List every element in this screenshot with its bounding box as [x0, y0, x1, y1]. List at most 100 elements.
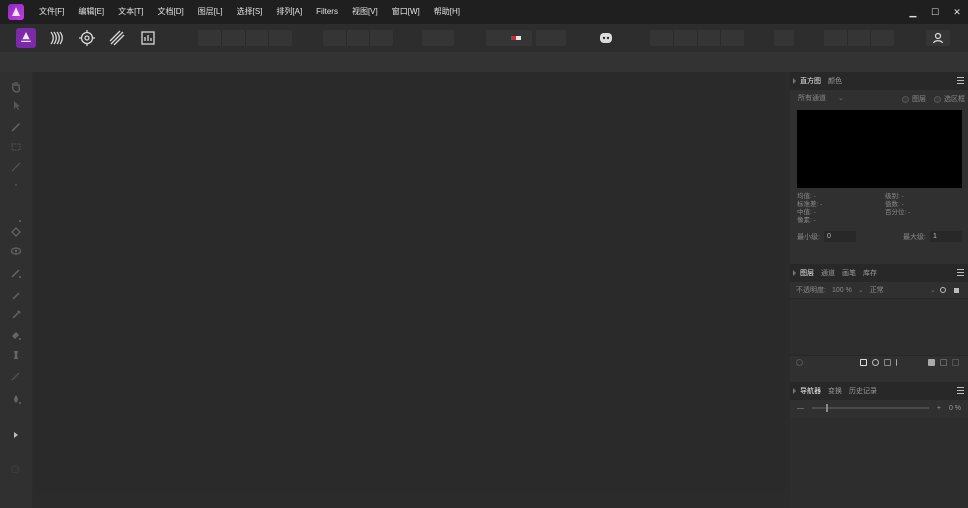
toolbar-button[interactable] [246, 30, 270, 46]
small-dot-tool-icon[interactable] [9, 178, 23, 192]
eyedropper-tool-icon[interactable] [9, 308, 23, 322]
collapse-arrow-icon[interactable] [793, 78, 796, 84]
minimize-button[interactable]: ▁ [908, 7, 918, 18]
tab-channels[interactable]: 通道 [821, 268, 835, 278]
liquify-persona-icon[interactable] [46, 28, 66, 48]
crop-tool-icon[interactable] [9, 160, 23, 174]
menu-edit[interactable]: 编辑[E] [71, 0, 111, 24]
tab-brushes[interactable]: 画笔 [842, 268, 856, 278]
gear-icon[interactable] [940, 287, 946, 293]
color-swatch-group[interactable] [486, 30, 532, 46]
fill-bucket-tool-icon[interactable] [9, 328, 23, 342]
selection-tool-icon[interactable] [9, 140, 23, 154]
toolbar-button[interactable] [824, 30, 848, 46]
toolbar-button[interactable] [848, 30, 872, 46]
layers-list[interactable] [790, 298, 968, 356]
folder-icon[interactable] [928, 359, 935, 366]
zoom-slider-handle[interactable] [826, 404, 828, 412]
marquee-checkbox[interactable]: 选区框 [934, 94, 965, 104]
menu-window[interactable]: 窗口[W] [385, 0, 427, 24]
menu-text[interactable]: 文本[T] [111, 0, 150, 24]
tab-layers[interactable]: 图层 [800, 268, 814, 278]
text-cursor-icon[interactable] [896, 359, 898, 366]
brush-tool-icon[interactable] [9, 288, 23, 302]
menu-filters[interactable]: Filters [309, 0, 345, 24]
menu-arrange[interactable]: 排列[A] [269, 0, 309, 24]
toolbar-button[interactable] [698, 30, 722, 46]
toolbar-button[interactable] [774, 30, 794, 46]
mask-layer-icon[interactable] [860, 359, 867, 366]
tab-color[interactable]: 颜色 [828, 76, 842, 86]
tab-histogram[interactable]: 直方图 [800, 76, 821, 86]
toolbar-button[interactable] [269, 30, 292, 46]
flood-fill-tool-icon[interactable] [9, 224, 23, 238]
export-persona-icon[interactable] [138, 28, 158, 48]
menu-view[interactable]: 视图[V] [345, 0, 385, 24]
chevron-down-icon[interactable]: ⌄ [858, 286, 864, 294]
blend-mode-select[interactable]: 正常 [870, 285, 884, 295]
min-level-input[interactable]: 0 [823, 231, 856, 242]
channel-select[interactable]: 所有通道 [798, 93, 826, 103]
new-layer-icon[interactable] [940, 359, 947, 366]
view-tool-icon[interactable] [9, 80, 23, 94]
zoom-value[interactable]: 0 % [949, 405, 961, 412]
zoom-out-button[interactable]: — [797, 405, 804, 412]
trash-icon[interactable] [952, 359, 959, 366]
toolbar-button[interactable] [370, 30, 393, 46]
expand-arrow-icon[interactable] [9, 428, 23, 442]
layer-effects-icon[interactable] [796, 359, 803, 366]
assistant-icon[interactable] [598, 30, 614, 46]
gradient-tool-icon[interactable] [9, 244, 23, 258]
collapse-arrow-icon[interactable] [793, 270, 796, 276]
hamburger-menu-icon[interactable] [957, 387, 964, 394]
layer-checkbox[interactable]: 图层 [902, 94, 926, 104]
tool-flyout-icon[interactable] [9, 210, 23, 224]
healing-tool-icon[interactable] [9, 370, 23, 384]
paint-brush-tool-icon[interactable] [9, 120, 23, 134]
account-button[interactable] [926, 30, 950, 46]
menu-file[interactable]: 文件[F] [32, 0, 71, 24]
develop-persona-icon[interactable] [77, 28, 97, 48]
toolbar-dropdown-1[interactable] [422, 30, 454, 46]
close-button[interactable]: ✕ [952, 7, 962, 18]
chevron-down-icon[interactable]: ⌄ [930, 286, 936, 294]
opacity-value[interactable]: 100 % [832, 287, 852, 294]
lock-icon[interactable] [954, 288, 959, 293]
toolbar-button[interactable] [871, 30, 894, 46]
toolbar-button[interactable] [323, 30, 347, 46]
zoom-in-button[interactable]: + [937, 405, 941, 412]
live-filter-icon[interactable] [884, 359, 891, 366]
toolbar-dropdown-2[interactable] [536, 30, 566, 46]
maximize-button[interactable]: ☐ [930, 7, 940, 18]
menu-select[interactable]: 选择[S] [230, 0, 270, 24]
toolbar-button[interactable] [222, 30, 246, 46]
hamburger-menu-icon[interactable] [957, 77, 964, 84]
photo-persona-icon[interactable] [16, 28, 36, 48]
color-wheel-icon[interactable] [8, 462, 24, 486]
menu-document[interactable]: 文档[D] [150, 0, 190, 24]
pen-tool-icon[interactable] [9, 266, 23, 280]
menu-layer[interactable]: 图层[L] [191, 0, 230, 24]
toolbar-button[interactable] [650, 30, 674, 46]
document-canvas[interactable] [34, 72, 786, 494]
affinity-photo-logo-icon[interactable] [8, 4, 24, 20]
tab-navigator[interactable]: 导航器 [800, 386, 821, 396]
toolbar-button[interactable] [674, 30, 698, 46]
collapse-arrow-icon[interactable] [793, 388, 796, 394]
tone-mapping-persona-icon[interactable] [107, 28, 127, 48]
tab-history[interactable]: 历史记录 [849, 386, 877, 396]
max-level-input[interactable]: 1 [930, 231, 962, 242]
zoom-slider[interactable] [812, 404, 929, 412]
hamburger-menu-icon[interactable] [957, 269, 964, 276]
chevron-down-icon[interactable]: ⌄ [838, 94, 844, 102]
toolbar-button[interactable] [721, 30, 744, 46]
dodge-tool-icon[interactable] [9, 392, 23, 406]
toolbar-button[interactable] [198, 30, 222, 46]
menu-help[interactable]: 帮助[H] [427, 0, 467, 24]
clone-tool-icon[interactable] [9, 348, 23, 362]
toolbar-button[interactable] [347, 30, 371, 46]
adjustment-layer-icon[interactable] [872, 359, 879, 366]
tab-transform[interactable]: 变换 [828, 386, 842, 396]
tab-stock[interactable]: 库存 [863, 268, 877, 278]
move-tool-icon[interactable] [9, 98, 23, 112]
